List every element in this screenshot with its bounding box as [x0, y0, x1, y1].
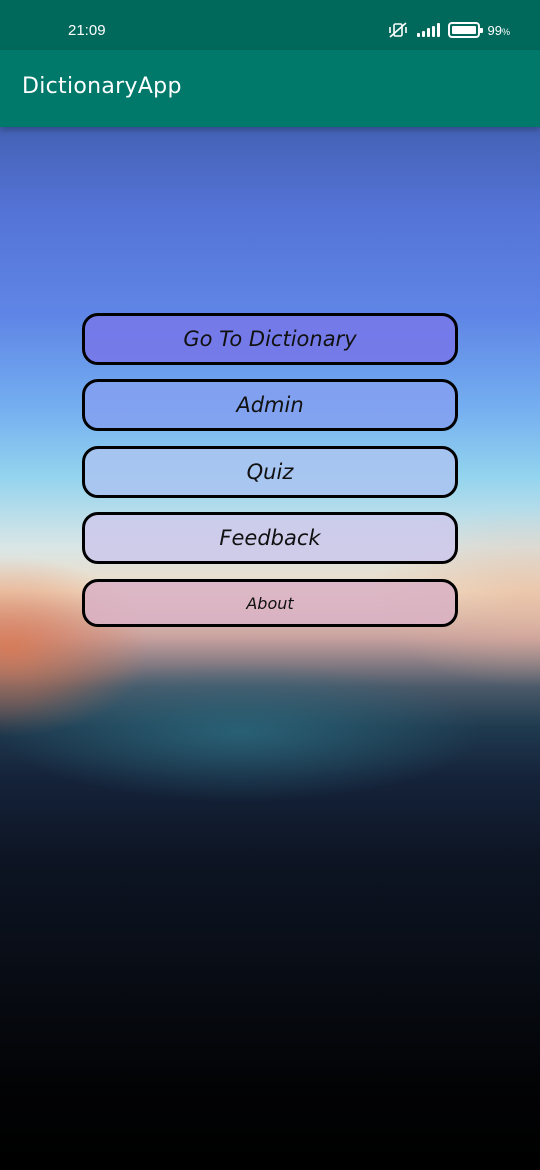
signal-icon: [416, 23, 440, 37]
battery-percent: 99%: [487, 22, 510, 38]
admin-button[interactable]: Admin: [82, 379, 458, 431]
mute-vibrate-icon: [388, 22, 407, 38]
feedback-button[interactable]: Feedback: [82, 512, 458, 564]
status-bar: 21:09 99%: [0, 0, 540, 50]
app-bar: DictionaryApp: [0, 50, 540, 127]
quiz-button[interactable]: Quiz: [82, 446, 458, 498]
about-button[interactable]: About: [82, 579, 458, 627]
main-content: Go To Dictionary Admin Quiz Feedback Abo…: [0, 127, 540, 1170]
status-time: 21:09: [68, 22, 106, 39]
status-icons: 99%: [387, 20, 510, 40]
battery-icon: [447, 22, 483, 38]
go-to-dictionary-button[interactable]: Go To Dictionary: [82, 313, 458, 365]
app-title: DictionaryApp: [22, 74, 182, 99]
